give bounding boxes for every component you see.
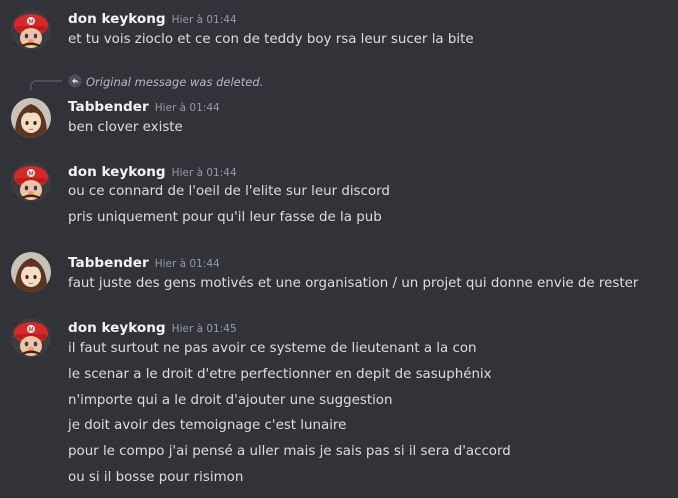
brown-hair-avatar-icon bbox=[11, 98, 51, 138]
message-text: le scenar a le droit d'etre perfectionne… bbox=[68, 367, 492, 382]
timestamp[interactable]: Hier à 01:44 bbox=[172, 167, 237, 179]
deleted-message-note: Original message was deleted. bbox=[86, 75, 264, 89]
avatar[interactable]: M bbox=[11, 318, 51, 358]
avatar[interactable]: M bbox=[11, 162, 51, 202]
message-header: don keykong Hier à 01:44 bbox=[68, 8, 237, 30]
message-text: je doit avoir des temoignage c'est lunai… bbox=[68, 418, 347, 433]
username[interactable]: Tabbender bbox=[68, 99, 149, 115]
timestamp[interactable]: Hier à 01:45 bbox=[172, 323, 237, 335]
svg-text:M: M bbox=[29, 328, 34, 334]
reply-reference[interactable]: Original message was deleted. bbox=[68, 73, 263, 91]
message-text: ou si il bosse pour risimon bbox=[68, 470, 244, 485]
message-text: ben clover existe bbox=[68, 120, 183, 135]
mario-avatar-icon: M bbox=[11, 318, 51, 358]
message-text: pour le compo j'ai pensé a uller mais je… bbox=[68, 444, 511, 459]
svg-text:M: M bbox=[29, 20, 34, 26]
username[interactable]: Tabbender bbox=[68, 255, 149, 271]
username[interactable]: don keykong bbox=[68, 164, 166, 180]
timestamp[interactable]: Hier à 01:44 bbox=[172, 14, 237, 26]
message-header: don keykong Hier à 01:44 bbox=[68, 161, 237, 183]
message-header: Tabbender Hier à 01:44 bbox=[68, 96, 220, 118]
mario-avatar-icon: M bbox=[11, 162, 51, 202]
message-text: et tu vois zioclo et ce con de teddy boy… bbox=[68, 32, 474, 47]
avatar[interactable]: M bbox=[11, 10, 51, 50]
message-header: don keykong Hier à 01:45 bbox=[68, 317, 237, 339]
mario-avatar-icon: M bbox=[11, 10, 51, 50]
username[interactable]: don keykong bbox=[68, 320, 166, 336]
avatar[interactable] bbox=[11, 252, 51, 292]
username[interactable]: don keykong bbox=[68, 11, 166, 27]
message-text: n'importe qui a le droit d'ajouter une s… bbox=[68, 393, 393, 408]
message-text: il faut surtout ne pas avoir ce systeme … bbox=[68, 341, 477, 356]
timestamp[interactable]: Hier à 01:44 bbox=[155, 258, 220, 270]
avatar[interactable] bbox=[11, 98, 51, 138]
brown-hair-avatar-icon bbox=[11, 252, 51, 292]
message-text: ou ce connard de l'oeil de l'elite sur l… bbox=[68, 184, 390, 199]
message-text: faut juste des gens motivés et une organ… bbox=[68, 276, 639, 291]
reply-arrow-icon bbox=[68, 74, 82, 88]
chat-messages: M don keykong Hier à 01:44 et tu vois zio… bbox=[0, 0, 678, 498]
timestamp[interactable]: Hier à 01:44 bbox=[155, 102, 220, 114]
svg-text:M: M bbox=[29, 172, 34, 178]
message-header: Tabbender Hier à 01:44 bbox=[68, 252, 220, 274]
reply-connector bbox=[30, 80, 62, 90]
message-text: pris uniquement pour qu'il leur fasse de… bbox=[68, 210, 382, 225]
